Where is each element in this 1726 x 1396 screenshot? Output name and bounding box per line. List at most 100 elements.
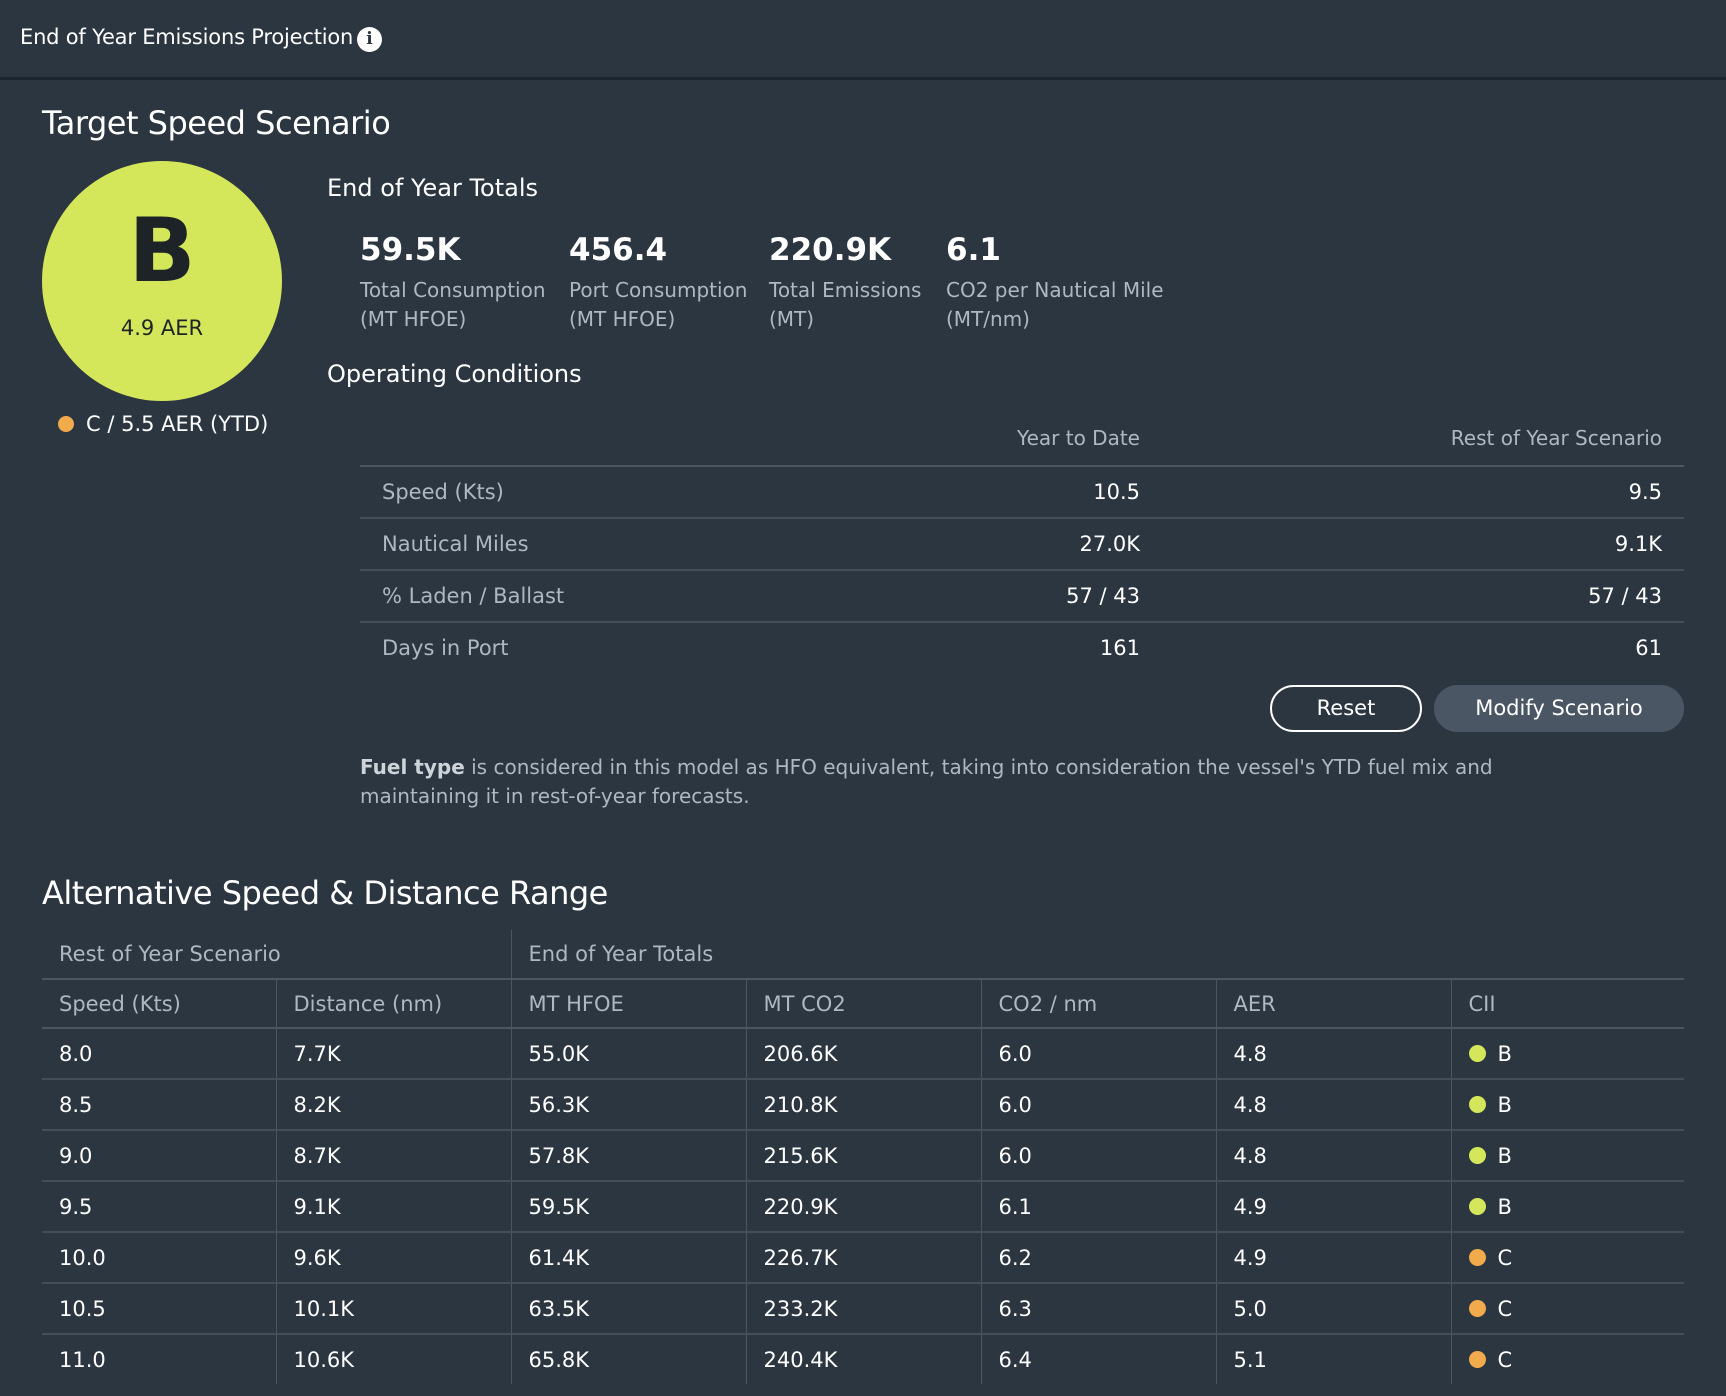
mt-co2-cell: 206.6K	[745, 1028, 982, 1080]
group-header-eoy: End of Year Totals	[510, 930, 1685, 980]
table-row: 11.0 10.6K 65.8K 240.4K 6.4 5.1 C	[42, 1334, 1685, 1384]
column-header-cii: CII	[1450, 979, 1685, 1029]
modify-scenario-button[interactable]: Modify Scenario	[1434, 685, 1684, 732]
cii-cell: B	[1450, 1028, 1685, 1080]
table-row: 8.0 7.7K 55.0K 206.6K 6.0 4.8 B	[42, 1028, 1685, 1080]
speed-cell: 8.0	[42, 1028, 276, 1080]
cii-cell: B	[1450, 1181, 1685, 1233]
aer-cell: 5.0	[1215, 1283, 1452, 1335]
aer-cell: 4.8	[1215, 1028, 1452, 1080]
kpi-label: Port Consumption	[569, 278, 748, 302]
kpi-total-emissions: 220.9K Total Emissions (MT)	[769, 228, 921, 334]
cii-dot-icon	[1468, 1249, 1486, 1266]
cii-grade: C	[1468, 1335, 1685, 1384]
column-header-row: Speed (Kts) Distance (nm) MT HFOE MT CO2…	[42, 979, 1685, 1029]
totals-title: End of Year Totals	[327, 174, 538, 202]
fuel-type-note: Fuel type is considered in this model as…	[360, 753, 1560, 811]
row-label: Days in Port	[382, 636, 509, 660]
table-row: 9.5 9.1K 59.5K 220.9K 6.1 4.9 B	[42, 1181, 1685, 1233]
distance-cell: 10.1K	[275, 1283, 512, 1335]
grade-badge: B 4.9 AER	[42, 161, 282, 401]
mt-co2-cell: 215.6K	[745, 1130, 982, 1182]
cii-label: B	[1497, 1194, 1512, 1219]
ytd-value: 27.0K	[1079, 532, 1140, 556]
distance-cell: 7.7K	[275, 1028, 512, 1080]
row-label: Speed (Kts)	[382, 480, 504, 504]
roy-value: 9.5	[1628, 480, 1662, 504]
mt-hfoe-cell: 57.8K	[510, 1130, 747, 1182]
cii-dot-icon	[1468, 1198, 1486, 1215]
group-header-row: Rest of Year Scenario End of Year Totals	[42, 930, 1685, 980]
cii-cell: C	[1450, 1334, 1685, 1384]
kpi-unit: (MT HFOE)	[360, 307, 467, 331]
roy-value: 9.1K	[1614, 532, 1662, 556]
mt-co2-cell: 220.9K	[745, 1181, 982, 1233]
grade-aer: 4.9 AER	[120, 316, 204, 340]
mt-hfoe-cell: 55.0K	[510, 1028, 747, 1080]
speed-cell: 10.0	[42, 1232, 276, 1284]
mt-hfoe-cell: 63.5K	[510, 1283, 747, 1335]
operating-conditions-table: Year to Date Rest of Year Scenario Speed…	[360, 420, 1684, 675]
page-title: End of Year Emissions Projection	[20, 25, 354, 49]
aer-cell: 4.8	[1215, 1079, 1452, 1131]
kpi-unit: (MT)	[769, 307, 815, 331]
co2-nm-cell: 6.1	[980, 1181, 1217, 1233]
kpi-value: 456.4	[569, 232, 668, 268]
cii-dot-icon	[1468, 1096, 1486, 1113]
cii-label: B	[1497, 1092, 1512, 1117]
table-row: % Laden / Ballast 57 / 43 57 / 43	[360, 571, 1684, 623]
mt-co2-cell: 226.7K	[745, 1232, 982, 1284]
kpi-unit: (MT HFOE)	[569, 307, 676, 331]
ytd-grade: C / 5.5 AER (YTD)	[58, 412, 268, 436]
co2-nm-cell: 6.2	[980, 1232, 1217, 1284]
note-text: is considered in this model as HFO equiv…	[360, 755, 1493, 808]
reset-button[interactable]: Reset	[1270, 685, 1422, 732]
co2-nm-cell: 6.0	[980, 1130, 1217, 1182]
alternative-range-table: Rest of Year Scenario End of Year Totals…	[42, 930, 1685, 1384]
cii-label: C	[1497, 1245, 1513, 1270]
mt-hfoe-cell: 61.4K	[510, 1232, 747, 1284]
column-header-roy: Rest of Year Scenario	[1450, 426, 1662, 450]
aer-cell: 5.1	[1215, 1334, 1452, 1384]
kpi-unit: (MT/nm)	[946, 307, 1030, 331]
ytd-grade-dot-icon	[58, 416, 74, 432]
cii-grade: B	[1468, 1029, 1685, 1078]
distance-cell: 10.6K	[275, 1334, 512, 1384]
cii-grade: C	[1468, 1233, 1685, 1282]
ytd-grade-text: C / 5.5 AER (YTD)	[86, 412, 269, 436]
grade-letter: B	[128, 199, 196, 302]
operating-title: Operating Conditions	[327, 360, 582, 388]
column-header-speed: Speed (Kts)	[42, 979, 276, 1029]
distance-cell: 8.7K	[275, 1130, 512, 1182]
kpi-value: 6.1	[946, 232, 1001, 268]
speed-cell: 9.5	[42, 1181, 276, 1233]
column-header-distance: Distance (nm)	[275, 979, 512, 1029]
distance-cell: 9.1K	[275, 1181, 512, 1233]
info-icon[interactable]: i	[357, 27, 382, 52]
kpi-co2-per-nm: 6.1 CO2 per Nautical Mile (MT/nm)	[946, 228, 1164, 334]
cii-cell: B	[1450, 1130, 1685, 1182]
kpi-total-consumption: 59.5K Total Consumption (MT HFOE)	[360, 228, 546, 334]
column-header-mt-co2: MT CO2	[745, 979, 982, 1029]
mt-hfoe-cell: 56.3K	[510, 1079, 747, 1131]
cii-label: C	[1497, 1347, 1513, 1372]
mt-co2-cell: 210.8K	[745, 1079, 982, 1131]
column-header-mt-hfoe: MT HFOE	[510, 979, 747, 1029]
kpi-label: Total Emissions	[769, 278, 922, 302]
row-label: % Laden / Ballast	[382, 584, 565, 608]
ytd-value: 161	[1099, 636, 1140, 660]
table-row: Speed (Kts) 10.5 9.5	[360, 467, 1684, 519]
mt-hfoe-cell: 65.8K	[510, 1334, 747, 1384]
scenario-title: Target Speed Scenario	[42, 104, 391, 142]
column-header-aer: AER	[1215, 979, 1452, 1029]
mt-hfoe-cell: 59.5K	[510, 1181, 747, 1233]
table-header: Year to Date Rest of Year Scenario	[360, 420, 1684, 467]
distance-cell: 8.2K	[275, 1079, 512, 1131]
speed-cell: 11.0	[59, 1347, 106, 1372]
cii-grade: C	[1468, 1284, 1685, 1333]
cii-grade: B	[1468, 1080, 1685, 1129]
cii-label: B	[1497, 1041, 1512, 1066]
distance-cell: 9.6K	[275, 1232, 512, 1284]
cii-label: B	[1497, 1143, 1512, 1168]
cii-label: C	[1497, 1296, 1513, 1321]
